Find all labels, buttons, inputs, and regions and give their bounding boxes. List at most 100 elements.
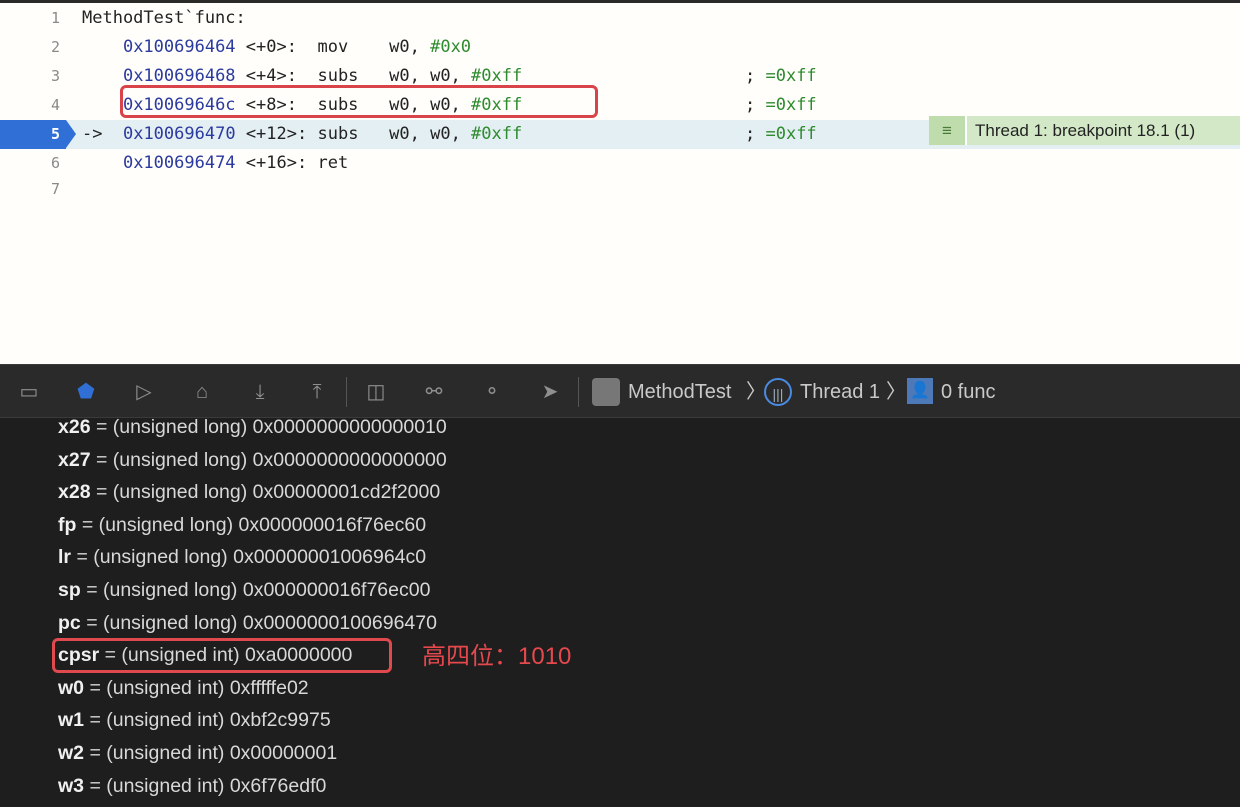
register-type: = (unsigned int)	[89, 709, 225, 732]
line-number[interactable]: 5	[0, 120, 76, 149]
offset: <+12>:	[245, 124, 308, 144]
register-row[interactable]: w3 = (unsigned int) 0x6f76edf0	[58, 770, 326, 802]
comment: =0xff	[765, 95, 817, 115]
address: 0x100696468	[122, 66, 236, 86]
memory-graph-icon[interactable]: ⚯	[420, 378, 448, 406]
register-row[interactable]: x28 = (unsigned long) 0x00000001cd2f2000	[58, 476, 440, 508]
register-value: 0x00000001	[229, 742, 338, 764]
register-type: = (unsigned int)	[89, 742, 225, 764]
disassembly-editor: 1 MethodTest`func: 2 0x100696464 <+0>: mo…	[0, 0, 1240, 364]
code-line: 7	[0, 175, 1240, 204]
register-type: = (unsigned long)	[95, 481, 248, 504]
thread-icon: |||	[764, 378, 792, 406]
crumb-process[interactable]: MethodTest	[628, 378, 731, 406]
line-number: 2	[50, 38, 60, 56]
register-row[interactable]: w0 = (unsigned int) 0xfffffe02	[58, 672, 309, 704]
register-name: fp	[58, 513, 77, 536]
register-value: 0x00000001006964c0	[233, 546, 427, 569]
breakpoints-toggle-icon[interactable]: ⬟	[72, 378, 100, 406]
environment-overrides-icon[interactable]: ⚬	[478, 378, 506, 406]
register-name: w2	[58, 742, 85, 764]
chevron-right-icon: 〉	[886, 381, 906, 403]
register-type: = (unsigned long)	[81, 513, 234, 536]
register-value: 0x000000016f76ec00	[242, 579, 431, 601]
comment: =0xff	[765, 66, 817, 86]
register-name: x28	[58, 481, 91, 504]
highlight-box	[52, 638, 392, 673]
crumb-thread[interactable]: Thread 1	[800, 378, 880, 406]
annotation-text: 高四位：1010	[422, 643, 572, 670]
opcode: mov	[317, 37, 349, 57]
crumb-frame[interactable]: 0 func	[941, 378, 995, 406]
offset: <+0>:	[245, 37, 297, 57]
variables-view: x26 = (unsigned long) 0x0000000000000010…	[0, 416, 1240, 807]
simulate-location-icon[interactable]: ➤	[536, 378, 564, 406]
debug-toolbar: ▭ ⬟ ▷ ⌂ ⤓ ⤒ ◫ ⚯ ⚬ ➤ MethodTest 〉 ||| Thr…	[0, 364, 1240, 418]
register-type: = (unsigned long)	[86, 611, 238, 634]
menu-icon: ≡	[929, 116, 967, 145]
register-type: = (unsigned long)	[95, 448, 248, 471]
app-icon	[592, 378, 620, 406]
register-name: sp	[58, 579, 81, 601]
register-value: 0x0000000100696470	[242, 611, 437, 634]
register-value: 0xbf2c9975	[229, 709, 331, 732]
code-line: 2 0x100696464 <+0>: mov w0, #0x0	[0, 33, 1240, 62]
register-row[interactable]: pc = (unsigned long) 0x0000000100696470	[58, 607, 437, 639]
operands: w0, w0,	[389, 66, 472, 86]
line-number: 1	[50, 9, 60, 27]
register-row[interactable]: x26 = (unsigned long) 0x0000000000000010	[58, 411, 447, 443]
opcode: ret	[317, 153, 349, 173]
breakpoint-label: Thread 1: breakpoint 18.1 (1)	[975, 121, 1196, 140]
register-name: lr	[58, 546, 72, 569]
hide-debug-area-icon[interactable]: ▭	[15, 378, 43, 406]
register-type: = (unsigned int)	[89, 676, 225, 699]
register-type: = (unsigned long)	[86, 579, 238, 601]
register-row[interactable]: sp = (unsigned long) 0x000000016f76ec00	[58, 574, 430, 606]
register-name: x27	[58, 448, 91, 471]
function-label: MethodTest`func:	[82, 8, 246, 28]
address: 0x100696464	[122, 37, 236, 57]
pc-arrow: ->	[82, 124, 103, 144]
register-value: 0x6f76edf0	[229, 774, 327, 797]
register-row[interactable]: fp = (unsigned long) 0x000000016f76ec60	[58, 509, 426, 541]
register-row[interactable]: w2 = (unsigned int) 0x00000001	[58, 737, 337, 769]
register-type: = (unsigned int)	[89, 774, 225, 797]
register-name: pc	[58, 611, 81, 634]
breakpoint-annotation[interactable]: ≡ Thread 1: breakpoint 18.1 (1)	[929, 116, 1240, 145]
address: 0x100696470	[122, 124, 236, 144]
opcode: subs	[317, 124, 359, 144]
register-row[interactable]: x27 = (unsigned long) 0x0000000000000000	[58, 444, 447, 476]
register-value: 0x0000000000000010	[252, 416, 447, 438]
line-number: 3	[50, 67, 60, 85]
offset: <+16>:	[245, 153, 308, 173]
operands: w0, w0,	[389, 124, 472, 144]
comment: =0xff	[765, 124, 817, 144]
code-line: 1 MethodTest`func:	[0, 4, 1240, 33]
offset: <+4>:	[245, 66, 297, 86]
frame-icon: 👤	[907, 378, 933, 404]
opcode: subs	[317, 66, 359, 86]
register-row[interactable]: lr = (unsigned long) 0x00000001006964c0	[58, 541, 426, 573]
immediate: #0x0	[430, 37, 472, 57]
register-value: 0x000000016f76ec60	[238, 513, 427, 536]
immediate: #0xff	[471, 124, 523, 144]
view-hierarchy-icon[interactable]: ◫	[362, 378, 390, 406]
register-name: w3	[58, 774, 85, 797]
operands: w0,	[389, 37, 431, 57]
step-over-icon[interactable]: ⌂	[188, 378, 216, 406]
address: 0x100696474	[122, 153, 236, 173]
register-name: w0	[58, 676, 85, 699]
register-row[interactable]: w1 = (unsigned int) 0xbf2c9975	[58, 704, 331, 736]
step-into-icon[interactable]: ⤓	[246, 378, 274, 406]
register-value: 0x00000001cd2f2000	[252, 481, 441, 504]
register-value: 0xfffffe02	[229, 676, 309, 699]
register-value: 0x0000000000000000	[252, 448, 447, 471]
highlight-box	[120, 85, 598, 118]
register-name: w1	[58, 709, 85, 732]
line-number: 6	[50, 154, 60, 172]
continue-icon[interactable]: ▷	[130, 378, 158, 406]
step-out-icon[interactable]: ⤒	[303, 378, 331, 406]
register-type: = (unsigned long)	[76, 546, 228, 569]
register-name: x26	[58, 416, 91, 438]
chevron-right-icon: 〉	[746, 381, 766, 403]
